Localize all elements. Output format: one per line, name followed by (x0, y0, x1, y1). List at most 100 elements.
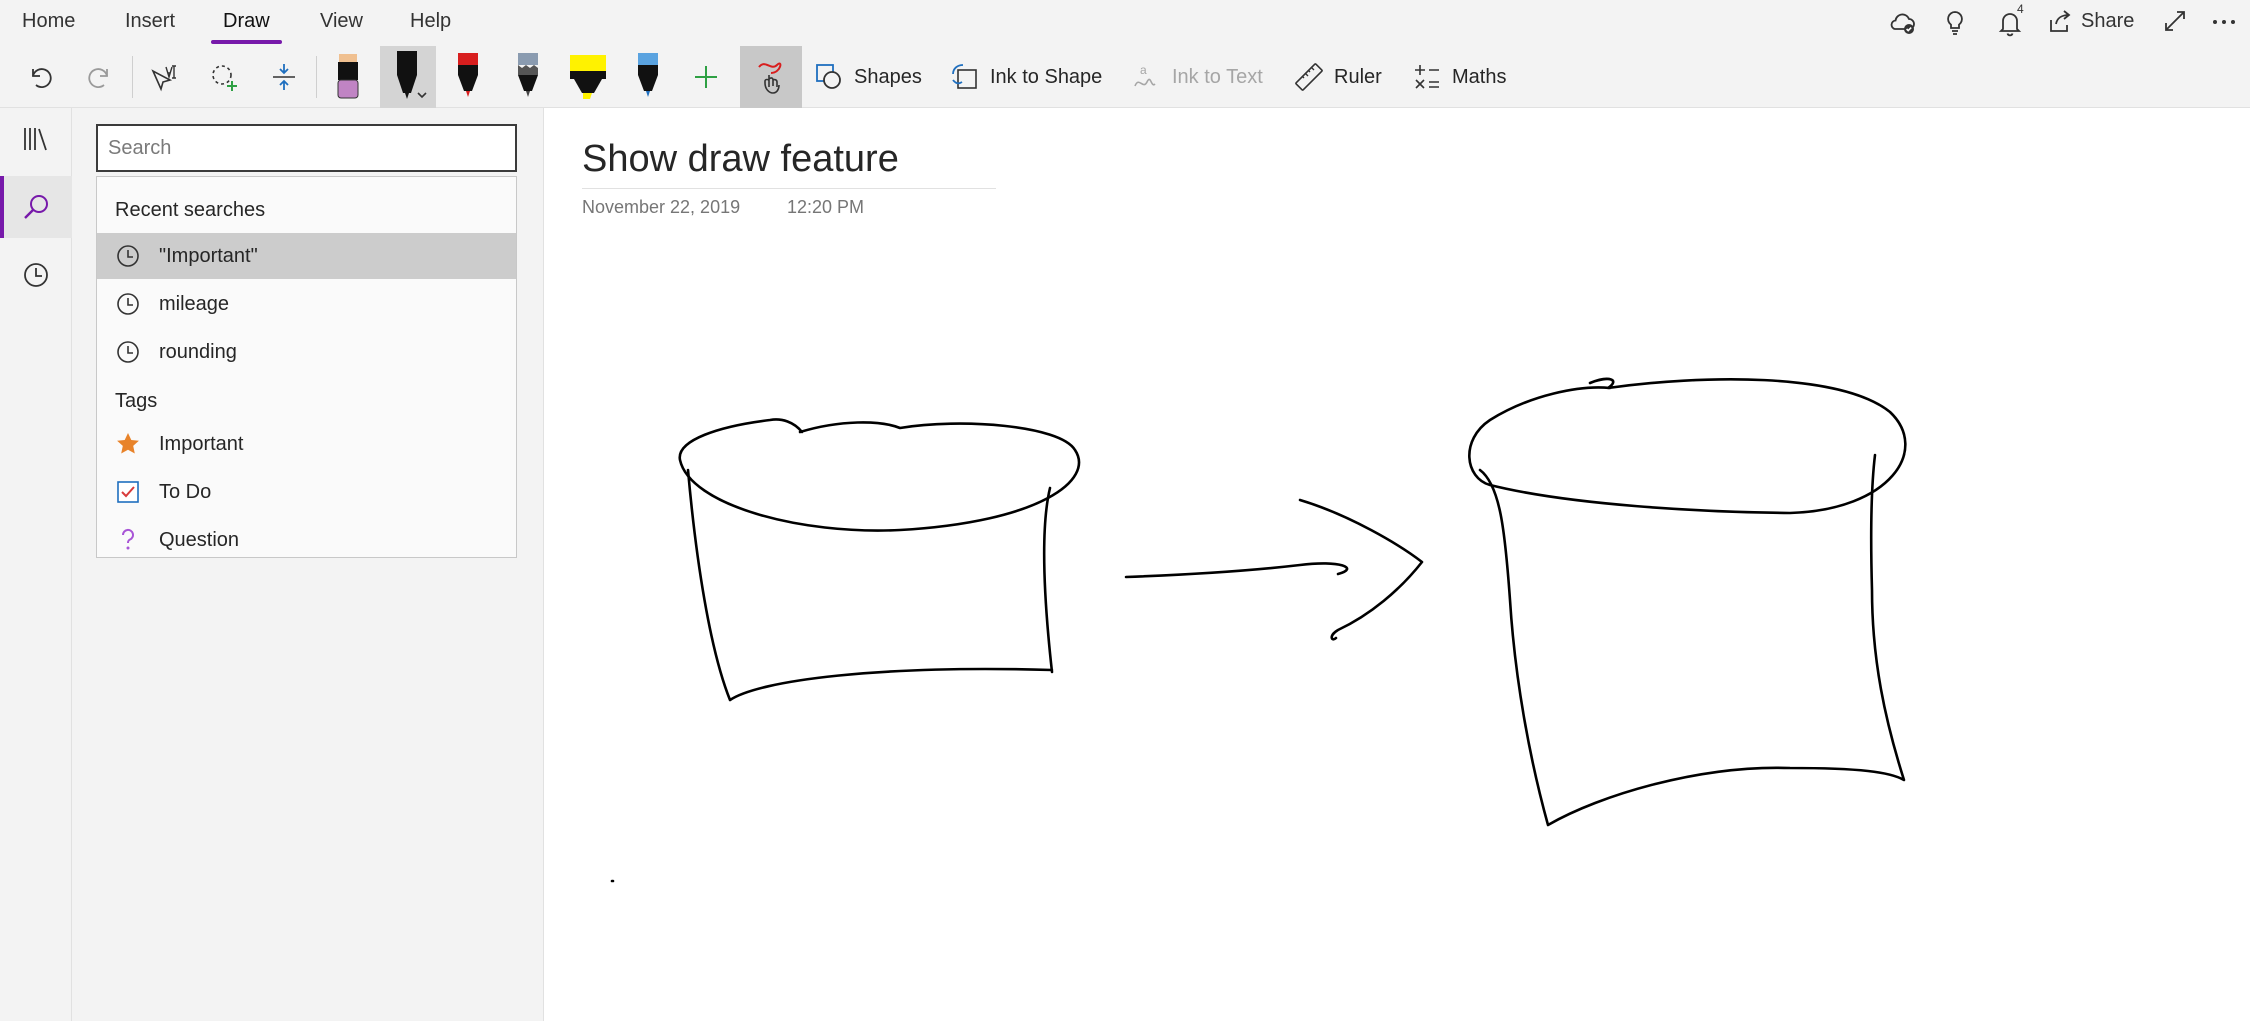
sync-status-button[interactable] (1887, 8, 1917, 38)
more-options-button[interactable] (2210, 8, 2238, 36)
tab-help[interactable]: Help (410, 10, 451, 41)
tags-header: Tags (115, 390, 158, 412)
maths-label: Maths (1452, 65, 1507, 88)
maths-button[interactable]: Maths (1412, 46, 1522, 108)
tag-item-question[interactable]: Question (97, 517, 516, 563)
ribbon-tab-bar: Home Insert Draw View Help 4 Share (0, 0, 2250, 46)
recent-search-item[interactable]: mileage (97, 281, 516, 327)
eraser-icon (337, 54, 359, 99)
ink-stroke-left-ellipse (678, 418, 1081, 532)
tab-home[interactable]: Home (22, 10, 75, 41)
search-button[interactable] (0, 176, 72, 238)
tab-draw[interactable]: Draw (211, 10, 282, 44)
fullscreen-button[interactable] (2162, 8, 2188, 34)
navigation-rail (0, 108, 72, 1021)
page-date: November 22, 2019 (582, 197, 741, 217)
ink-stroke-arrow-head (1298, 498, 1424, 641)
galaxy-pen-button[interactable] (506, 46, 550, 108)
ink-to-text-icon: a (1134, 63, 1156, 87)
ruler-label: Ruler (1334, 65, 1382, 88)
recent-searches-header: Recent searches (115, 199, 266, 221)
undo-button[interactable] (18, 46, 62, 108)
cursor-text-icon (151, 65, 176, 92)
share-button[interactable]: Share (2047, 8, 2134, 34)
more-icon (2213, 20, 2235, 24)
blue-pen-icon (638, 53, 658, 97)
clock-icon (24, 263, 48, 287)
ruler-button[interactable]: Ruler (1294, 46, 1394, 108)
page-title[interactable]: Show draw feature (582, 138, 899, 181)
svg-text:a: a (1140, 63, 1147, 77)
clock-icon (113, 337, 143, 367)
star-icon (113, 429, 143, 459)
title-divider (582, 188, 996, 189)
toolbar-separator (316, 56, 317, 98)
expand-icon (2165, 11, 2185, 31)
shapes-icon (816, 64, 841, 89)
ruler-icon (1295, 63, 1323, 91)
insert-space-icon (273, 64, 295, 90)
recent-search-item[interactable]: rounding (97, 329, 516, 375)
black-pen-button[interactable] (380, 46, 436, 108)
clock-icon (113, 289, 143, 319)
red-pen-icon (458, 53, 478, 97)
notifications-button[interactable]: 4 (1995, 2, 2025, 38)
maths-icon (1415, 65, 1439, 89)
search-input[interactable] (96, 124, 517, 172)
search-suggestions-dropdown: Recent searches "Important" mileage roun… (96, 176, 517, 558)
ink-to-shape-label: Ink to Shape (990, 65, 1103, 88)
cloud-sync-icon (1890, 13, 1915, 34)
galaxy-pen-icon (518, 53, 538, 97)
ink-stroke-right-ellipse (1468, 377, 1907, 515)
share-icon (2050, 10, 2071, 32)
notifications-badge: 4 (2017, 2, 2024, 16)
redo-icon (88, 68, 108, 88)
ink-to-shape-button[interactable]: Ink to Shape (950, 46, 1110, 108)
draw-with-touch-icon (758, 62, 782, 94)
lightbulb-icon (1947, 11, 1963, 35)
lasso-select-button[interactable] (202, 46, 246, 108)
tag-item-todo[interactable]: To Do (97, 469, 516, 515)
search-icon (24, 195, 48, 219)
add-pen-button[interactable] (684, 46, 728, 108)
tag-label: Question (159, 528, 240, 551)
ink-stroke-arrow-shaft (1124, 562, 1349, 579)
recent-search-label: rounding (159, 340, 237, 363)
touch-drawing-button[interactable] (740, 46, 802, 108)
add-space-button[interactable] (262, 46, 306, 108)
shapes-button[interactable]: Shapes (814, 46, 924, 108)
search-pane: Recent searches "Important" mileage roun… (72, 108, 544, 1021)
notebooks-button[interactable] (0, 108, 72, 170)
tab-view[interactable]: View (320, 10, 363, 41)
recent-search-label: mileage (159, 292, 230, 315)
yellow-highlighter-button[interactable] (564, 46, 612, 108)
ideas-button[interactable] (1940, 8, 1970, 38)
tag-label: Important (159, 432, 244, 455)
type-select-button[interactable] (142, 46, 186, 108)
page-time: 12:20 PM (787, 197, 865, 217)
eraser-pen-button[interactable] (326, 46, 370, 108)
clock-icon (113, 241, 143, 271)
recent-notes-button[interactable] (0, 244, 72, 306)
ink-to-text-button: a Ink to Text (1132, 46, 1282, 108)
ink-to-text-label: Ink to Text (1172, 65, 1263, 88)
tag-item-important[interactable]: Important (97, 421, 516, 467)
notebooks-icon (24, 128, 47, 151)
share-label: Share (2081, 9, 2135, 32)
tag-label: To Do (159, 480, 212, 503)
blue-pen-button[interactable] (626, 46, 670, 108)
red-pen-button[interactable] (446, 46, 490, 108)
shapes-label: Shapes (854, 65, 922, 88)
lasso-add-icon (212, 65, 237, 91)
ink-stroke-left-body (686, 468, 1054, 702)
plus-icon (695, 66, 717, 88)
redo-button[interactable] (78, 46, 122, 108)
tab-insert[interactable]: Insert (125, 10, 175, 41)
ink-to-shape-icon (952, 64, 977, 89)
ink-stroke-right-body (1478, 453, 1906, 827)
undo-icon (32, 68, 52, 88)
black-pen-icon (397, 51, 427, 99)
draw-toolbar: Shapes Ink to Shape a Ink to Text Ruler … (0, 46, 2250, 108)
highlighter-icon (570, 55, 606, 99)
recent-search-item[interactable]: "Important" (97, 233, 516, 279)
